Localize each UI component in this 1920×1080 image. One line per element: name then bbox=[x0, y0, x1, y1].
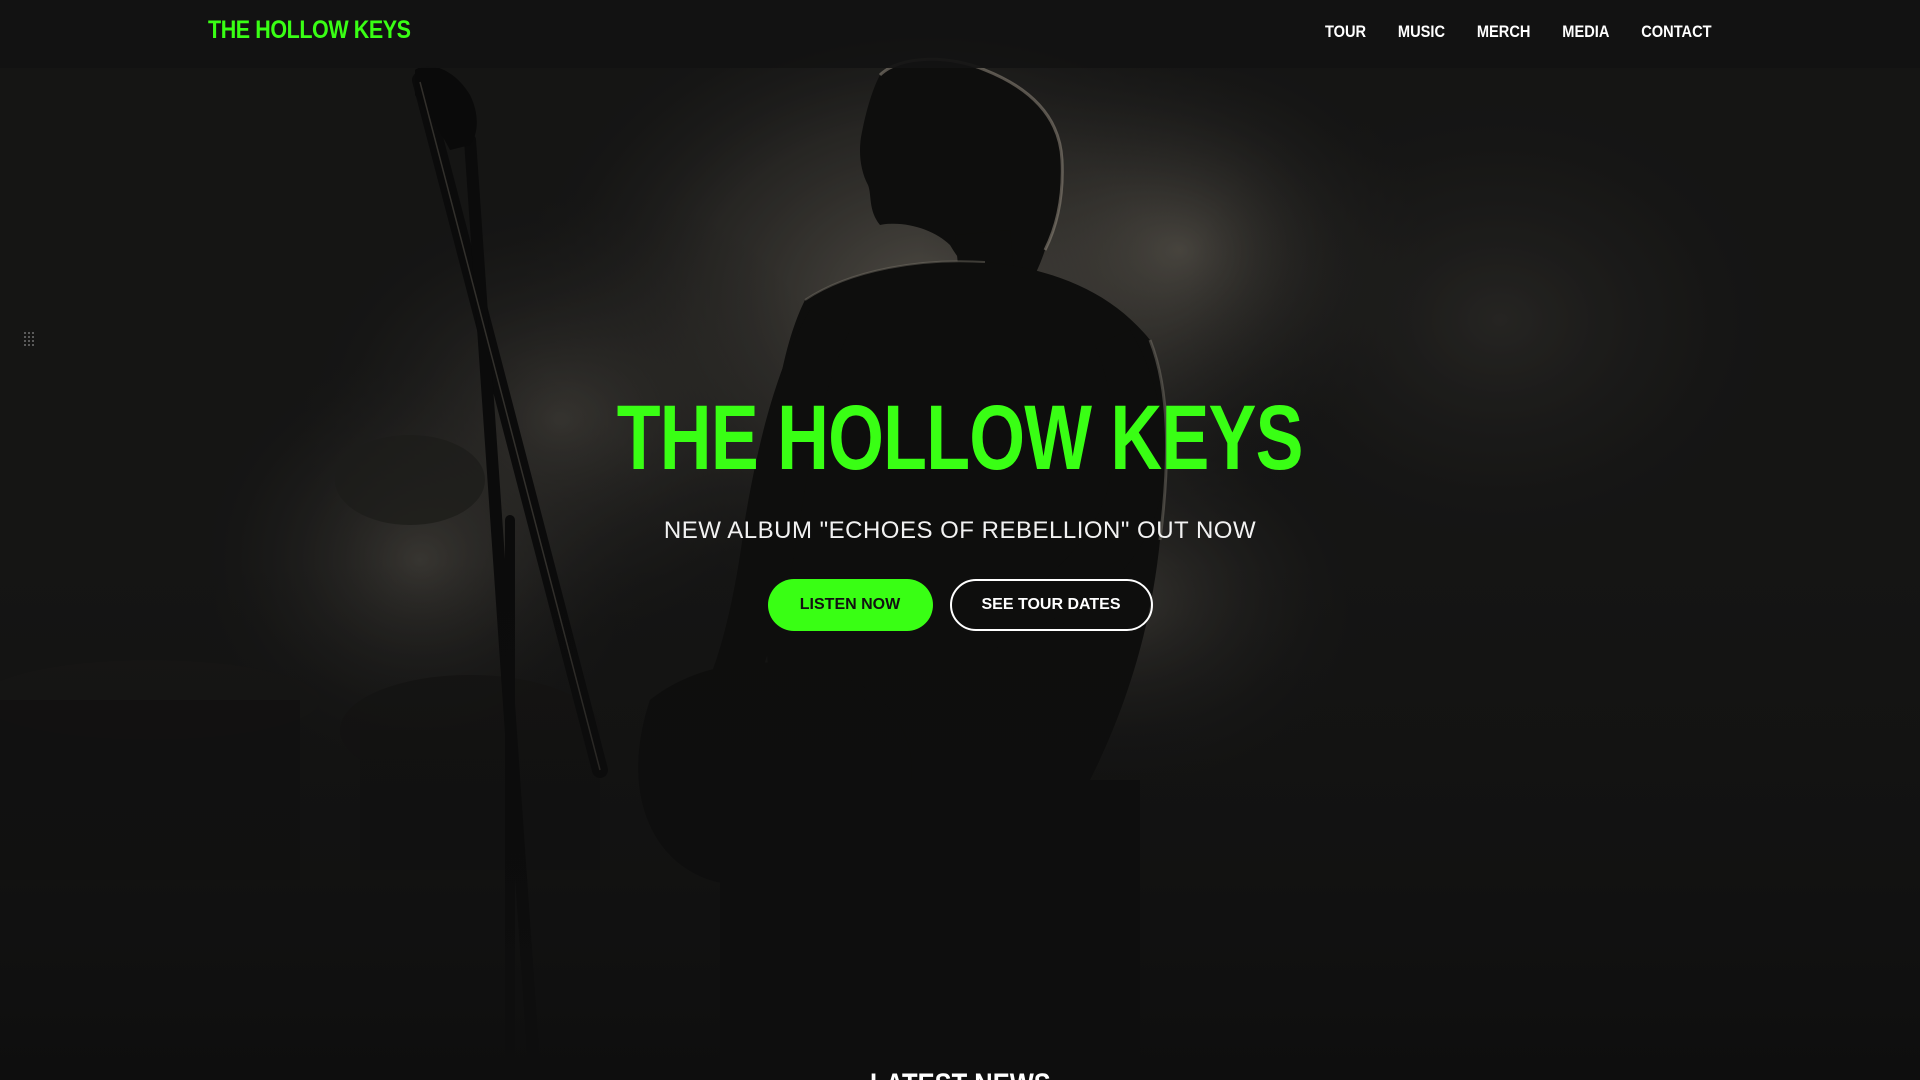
nav-link-music[interactable]: MUSIC bbox=[1398, 22, 1445, 42]
grid-dots-icon[interactable] bbox=[24, 332, 36, 348]
hero-subtitle: NEW ALBUM "ECHOES OF REBELLION" OUT NOW bbox=[663, 517, 1257, 544]
nav-link-tour[interactable]: TOUR bbox=[1325, 22, 1366, 42]
hero-title: THE HOLLOW KEYS bbox=[0, 388, 1920, 488]
see-tour-dates-button[interactable]: SEE TOUR DATES bbox=[949, 579, 1153, 631]
hero-buttons: LISTEN NOW SEE TOUR DATES bbox=[0, 579, 1920, 631]
brand-logo-link[interactable]: THE HOLLOW KEYS bbox=[208, 16, 411, 45]
nav-link-media[interactable]: MEDIA bbox=[1563, 22, 1610, 42]
nav-link-merch[interactable]: MERCH bbox=[1477, 22, 1531, 42]
page: THE HOLLOW KEYS TOUR MUSIC MERCH MEDIA C… bbox=[0, 0, 1920, 1080]
hero-title-text: THE HOLLOW KEYS bbox=[617, 387, 1304, 489]
nav-link-contact[interactable]: CONTACT bbox=[1642, 22, 1712, 42]
latest-news-heading-text: LATEST NEWS bbox=[870, 1068, 1051, 1080]
top-navbar: THE HOLLOW KEYS TOUR MUSIC MERCH MEDIA C… bbox=[0, 0, 1920, 68]
main-nav: TOUR MUSIC MERCH MEDIA CONTACT bbox=[1294, 22, 1712, 42]
listen-now-button[interactable]: LISTEN NOW bbox=[767, 579, 933, 631]
latest-news-heading: LATEST NEWS bbox=[0, 1068, 1920, 1080]
